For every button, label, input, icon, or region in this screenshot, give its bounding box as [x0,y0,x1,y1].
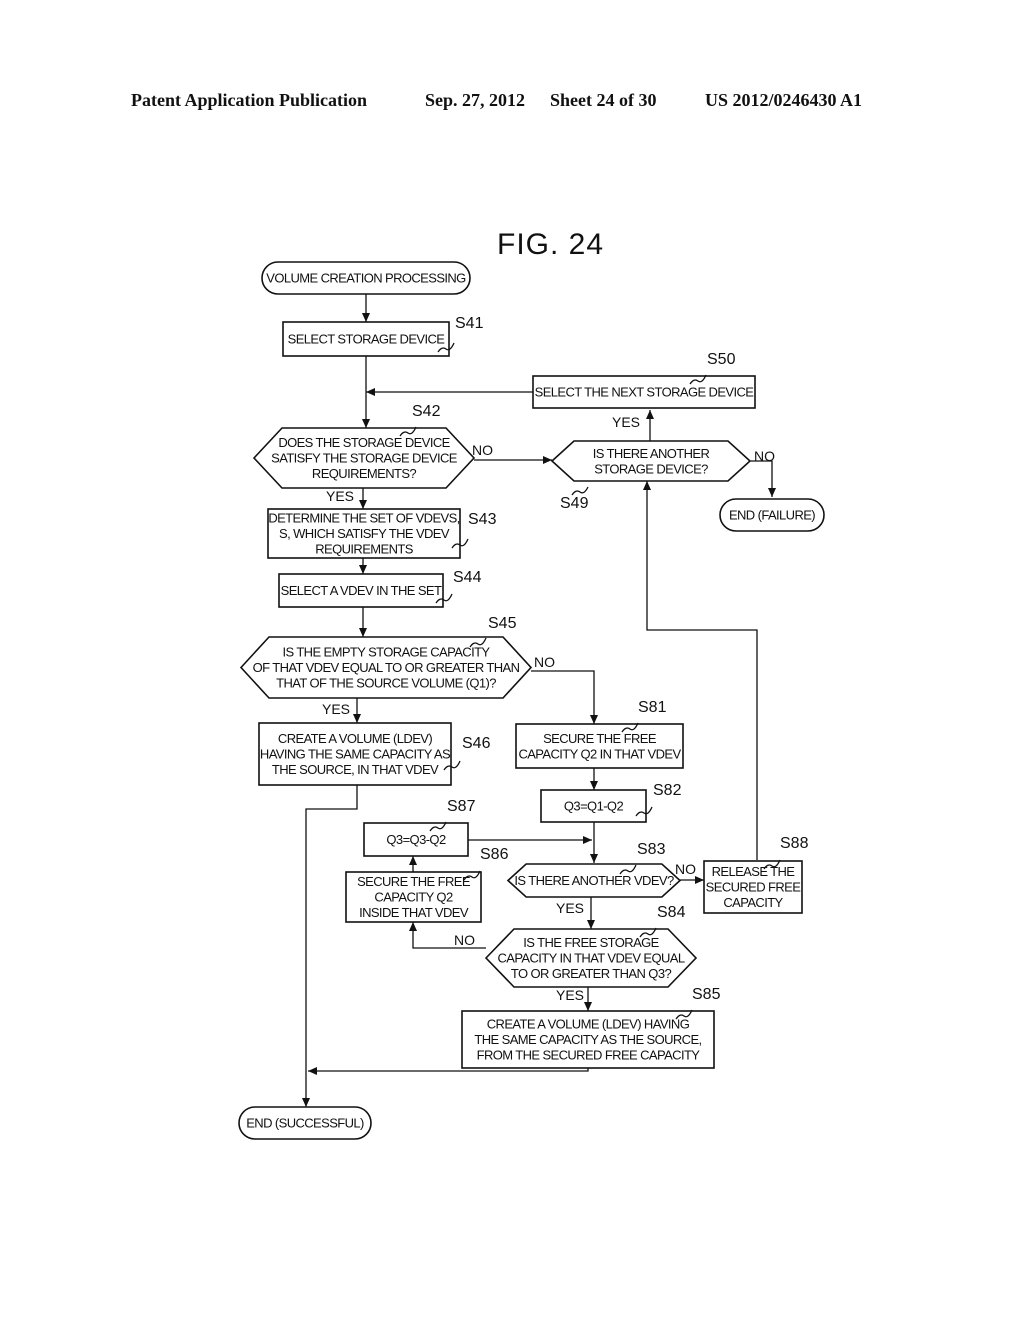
s45-no-label: NO [534,654,555,670]
node-text-line: STORAGE DEVICE? [594,461,708,476]
step-label: S85 [692,986,721,1003]
node-text-line: IS THE FREE STORAGE [523,935,659,950]
step-label: S44 [453,569,482,586]
node-text-line: CAPACITY Q2 [374,890,453,905]
s84-no-label: NO [454,932,475,948]
step-label: S46 [462,735,491,752]
step-label: S41 [455,315,484,332]
node-s82: Q3=Q1-Q2 S82 [540,782,682,823]
s42-no-label: NO [472,442,493,458]
step-label: S86 [480,846,509,863]
node-start: VOLUME CREATION PROCESSING [261,261,471,295]
node-text-line: CAPACITY Q2 IN THAT VDEV [518,746,681,761]
edge-s88-s49 [643,481,758,860]
flowchart: NO YES YES NO NO YES NO YES NO YES VOLUM… [238,261,825,1140]
node-s50: SELECT THE NEXT STORAGE DEVICE S50 [532,351,756,409]
step-label: S87 [447,798,476,815]
edge-s49-no [750,460,776,497]
node-s41: SELECT STORAGE DEVICE S41 [282,315,484,357]
node-text-line: HAVING THE SAME CAPACITY AS [260,747,451,762]
node-s87: Q3=Q3-Q2 S87 [363,798,476,857]
node-text-line: CAPACITY IN THAT VDEV EQUAL [497,951,684,966]
s84-yes-label: YES [556,987,584,1003]
node-text-line: THAT OF THE SOURCE VOLUME (Q1)? [276,676,496,691]
node-text-line: TO OR GREATER THAN Q3? [511,966,672,981]
node-text-line: INSIDE THAT VDEV [359,905,469,920]
node-text-line: IS THERE ANOTHER VDEV? [514,873,674,888]
node-text-line: SECURED FREE [706,880,802,895]
s83-yes-label: YES [556,900,584,916]
node-text-line: IS THE EMPTY STORAGE CAPACITY [282,645,490,660]
node-text-line: S, WHICH SATISFY THE VDEV [279,526,450,541]
s83-no-label: NO [675,861,696,877]
edge-s84-no [409,922,486,949]
node-text-line: Q3=Q1-Q2 [564,799,624,814]
node-text-line: CREATE A VOLUME (LDEV) HAVING [487,1017,690,1032]
node-s86: SECURE THE FREECAPACITY Q2INSIDE THAT VD… [345,846,509,923]
step-label: S84 [657,904,686,921]
node-text-line: THE SAME CAPACITY AS THE SOURCE, [474,1032,701,1047]
node-text-line: DOES THE STORAGE DEVICE [278,435,450,450]
node-text-line: FROM THE SECURED FREE CAPACITY [477,1048,701,1063]
leader-squiggle [571,486,589,496]
edge-s46-end [302,785,358,1107]
step-label: S83 [637,841,666,858]
node-text-line: END (FAILURE) [729,508,815,523]
node-text-line: SELECT A VDEV IN THE SET [281,583,442,598]
node-text-line: Q3=Q3-Q2 [386,832,446,847]
node-text-line: SELECT STORAGE DEVICE [288,332,446,347]
node-text-line: CAPACITY [723,895,783,910]
step-label: S45 [488,615,517,632]
node-end-success: END (SUCCESSFUL) [238,1106,372,1140]
step-label: S43 [468,511,497,528]
node-text-line: REQUIREMENTS? [312,466,417,481]
node-s49: IS THERE ANOTHERSTORAGE DEVICE? S49 [550,440,752,512]
node-s45: IS THE EMPTY STORAGE CAPACITYOF THAT VDE… [239,615,533,699]
node-s81: SECURE THE FREECAPACITY Q2 IN THAT VDEV S… [515,699,684,769]
node-text-line: DETERMINE THE SET OF VDEVS, [268,511,459,526]
node-text-line: VOLUME CREATION PROCESSING [266,271,466,286]
node-text-line: SELECT THE NEXT STORAGE DEVICE [535,385,755,400]
node-s88: RELEASE THESECURED FREECAPACITY S88 [703,835,809,914]
step-label: S49 [560,495,589,512]
step-label: S42 [412,403,441,420]
s49-no-label: NO [754,448,775,464]
node-s85: CREATE A VOLUME (LDEV) HAVINGTHE SAME CA… [461,986,721,1069]
s45-yes-label: YES [322,701,350,717]
node-text-line: THE SOURCE, IN THAT VDEV [272,762,439,777]
s49-yes-label: YES [612,414,640,430]
node-text-line: END (SUCCESSFUL) [246,1116,364,1131]
node-text-line: SECURE THE FREE [357,874,471,889]
node-text-line: CREATE A VOLUME (LDEV) [278,731,432,746]
node-text-line: RELEASE THE [712,864,796,879]
node-s42: DOES THE STORAGE DEVICESATISFY THE STORA… [252,403,476,489]
node-s44: SELECT A VDEV IN THE SET S44 [278,569,482,608]
node-text-line: SECURE THE FREE [543,731,657,746]
node-end-failure: END (FAILURE) [719,498,825,532]
s42-yes-label: YES [326,488,354,504]
node-text-line: OF THAT VDEV EQUAL TO OR GREATER THAN [253,660,520,675]
node-text-line: IS THERE ANOTHER [593,446,710,461]
node-text-line: SATISFY THE STORAGE DEVICE [271,451,458,466]
node-s43: DETERMINE THE SET OF VDEVS,S, WHICH SATI… [267,508,497,559]
node-s46: CREATE A VOLUME (LDEV)HAVING THE SAME CA… [258,722,491,786]
step-label: S81 [638,699,667,716]
step-label: S82 [653,782,682,799]
node-text-line: REQUIREMENTS [315,542,413,557]
step-label: S88 [780,835,809,852]
edge-s45-no [531,670,598,724]
step-label: S50 [707,351,736,368]
